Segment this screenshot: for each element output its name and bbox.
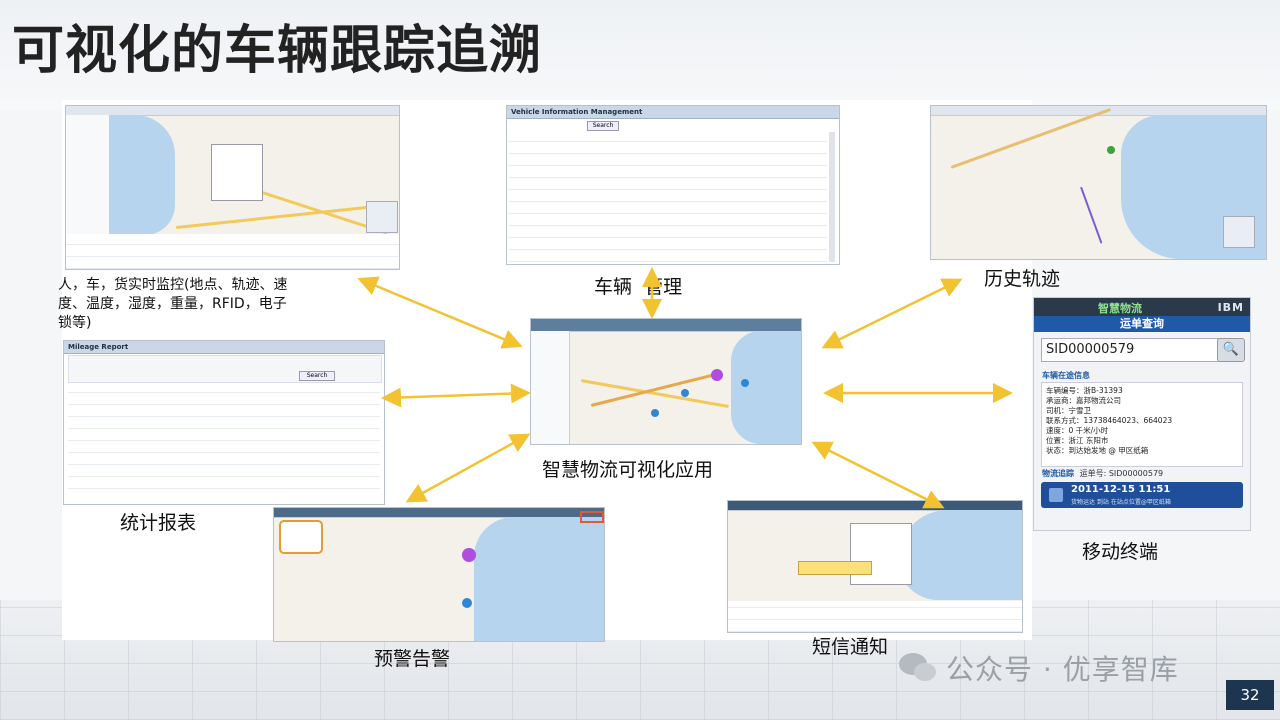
statistics-report-screenshot: Mileage Report Search: [63, 340, 385, 505]
statistics-caption: 统计报表: [120, 512, 197, 534]
watermark: 公众号 · 优享智库: [946, 653, 1179, 686]
transit-info-row: 承运商：嘉邦物流公司: [1046, 396, 1121, 405]
mobile-terminal-caption: 移动终端: [1082, 541, 1159, 563]
ibm-logo: IBM: [1217, 301, 1244, 314]
sms-notice-screenshot: [727, 500, 1023, 633]
transit-info-row: 联系方式：13738464023、664023: [1046, 416, 1173, 425]
waybill-search-input[interactable]: SID00000579: [1041, 338, 1219, 362]
transit-info-row: 司机：宁雪卫: [1046, 406, 1091, 415]
history-track-caption: 历史轨迹: [984, 268, 1061, 290]
truck-icon: [1049, 488, 1063, 502]
transit-info-row: 速度：0 千米/小时: [1046, 426, 1109, 435]
mobile-brand: 智慧物流: [1098, 302, 1142, 315]
mobile-header: 智慧物流 IBM: [1034, 298, 1250, 316]
logistics-tracking-label: 物流追踪 运单号: SID00000579: [1042, 469, 1164, 478]
tracking-event[interactable]: 2011-12-15 11:51 货物运达 到站 在站点位置@甲区纸箱: [1041, 482, 1243, 508]
search-icon[interactable]: 🔍: [1217, 338, 1245, 362]
history-track-screenshot: [930, 105, 1267, 260]
vehicle-management-caption: 车辆 管理: [594, 276, 683, 298]
mobile-title-bar: 运单查询: [1034, 316, 1250, 332]
early-warning-caption: 预警告警: [374, 648, 451, 670]
waybill-number: 运单号: SID00000579: [1079, 469, 1164, 478]
transit-info-row: 车辆编号：浙B-31393: [1046, 386, 1123, 395]
center-app-screenshot: [530, 318, 802, 445]
transit-info-row: 位置：浙江 东阳市: [1046, 436, 1109, 445]
transit-info-row: 状态：到达始发地 @ 甲区纸箱: [1046, 446, 1149, 455]
page-title: 可视化的车辆跟踪追溯: [12, 21, 543, 81]
transit-info-heading: 车辆在途信息: [1042, 371, 1090, 380]
transit-info-box: 车辆编号：浙B-31393 承运商：嘉邦物流公司 司机：宁雪卫 联系方式：137…: [1041, 382, 1243, 467]
realtime-monitor-screenshot: [65, 105, 400, 270]
early-warning-screenshot: [273, 507, 605, 642]
vehicle-management-screenshot: Vehicle Information Management Search: [506, 105, 840, 265]
mobile-terminal-screenshot: 智慧物流 IBM 运单查询 SID00000579 🔍 车辆在途信息 车辆编号：…: [1033, 297, 1251, 531]
realtime-monitor-caption: 人，车，货实时监控(地点、轨迹、速 度、温度，湿度，重量，RFID，电子 锁等): [58, 277, 288, 331]
sms-notice-caption: 短信通知: [812, 636, 889, 658]
event-time: 2011-12-15 11:51: [1071, 484, 1171, 495]
event-description: 货物运达 到站 在站点位置@甲区纸箱: [1071, 499, 1171, 506]
wechat-icon: [899, 653, 936, 681]
page-number: 32: [1226, 680, 1274, 710]
center-app-caption: 智慧物流可视化应用: [542, 459, 714, 481]
